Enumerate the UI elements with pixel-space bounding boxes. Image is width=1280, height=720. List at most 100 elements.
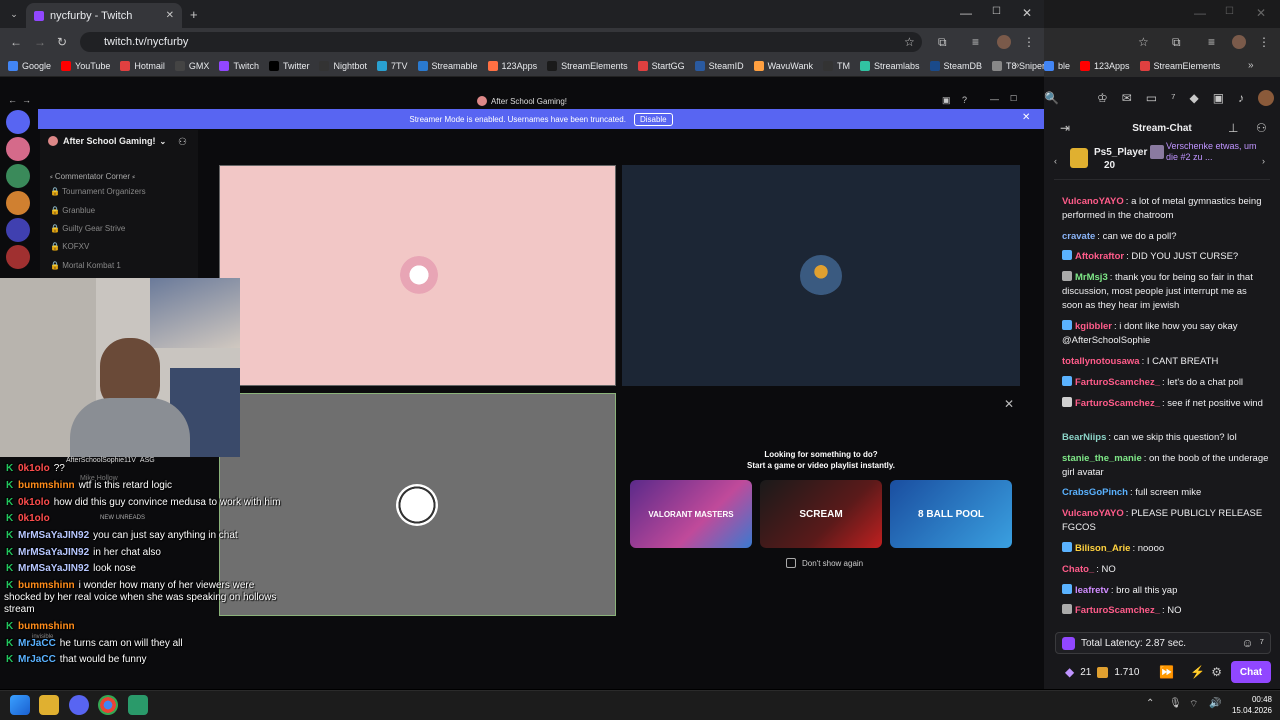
- game-card-scream[interactable]: SCREAM: [760, 480, 882, 548]
- bookmark-1[interactable]: YouTube: [61, 61, 110, 71]
- chat-username[interactable]: Chato_: [1062, 564, 1094, 575]
- add-member-icon[interactable]: ⚇: [178, 137, 187, 148]
- bookmark-star-icon-2[interactable]: ☆: [1138, 35, 1149, 49]
- bookmark-16[interactable]: SteamDB: [929, 61, 982, 71]
- help-icon[interactable]: ?: [962, 95, 967, 105]
- bookmark-15[interactable]: Streamlabs: [859, 61, 920, 71]
- discord-home-icon[interactable]: [6, 110, 30, 134]
- bits-icon[interactable]: ◆: [1189, 91, 1198, 105]
- fire-icon[interactable]: ⚡: [1190, 665, 1205, 679]
- chat-send-button[interactable]: Chat: [1231, 661, 1271, 683]
- settings-icon[interactable]: ⚙: [1211, 665, 1222, 679]
- chrome-icon[interactable]: [98, 695, 118, 715]
- network-icon[interactable]: ⌔: [1189, 698, 1198, 711]
- server-icon[interactable]: [6, 191, 30, 215]
- user-avatar[interactable]: [1258, 90, 1275, 106]
- chat-username[interactable]: BearNiips: [1062, 432, 1106, 443]
- crown-icon[interactable]: ♔: [1097, 91, 1108, 105]
- chat-username[interactable]: FarturoScamchez_: [1075, 605, 1160, 616]
- bookmark-4[interactable]: Twitch: [219, 61, 259, 71]
- skip-icon[interactable]: ⏩: [1159, 665, 1174, 679]
- reload-icon[interactable]: ↻: [57, 35, 67, 49]
- channel-item[interactable]: 🔒 Tournament Organizers: [50, 187, 146, 196]
- bookmark-7[interactable]: 7TV: [377, 61, 408, 71]
- users-icon[interactable]: ⚇: [1256, 121, 1267, 135]
- bell-icon[interactable]: ♪: [1238, 91, 1244, 105]
- menu-icon[interactable]: ⋮: [1023, 35, 1035, 49]
- voice-tile-user2[interactable]: [622, 165, 1020, 386]
- bookmark-5[interactable]: Twitter: [268, 61, 309, 71]
- emote-icon[interactable]: ☺: [1241, 636, 1253, 650]
- extensions-icon-2[interactable]: ⧉: [1172, 35, 1181, 50]
- leaderboard-next-icon[interactable]: ›: [1262, 156, 1265, 166]
- channel-item[interactable]: 🔒 Guilty Gear Strive: [50, 224, 125, 233]
- tab-search-icon[interactable]: ≡: [972, 35, 979, 49]
- banner-close-icon[interactable]: ✕: [1022, 112, 1030, 123]
- dont-show-again[interactable]: Don't show again: [786, 558, 863, 568]
- menu-icon-2[interactable]: ⋮: [1258, 35, 1270, 49]
- tab-list-icon[interactable]: ⌄: [8, 7, 20, 21]
- category-commentator[interactable]: ⸗ Commentator Corner ⸗: [50, 172, 135, 181]
- profile-avatar[interactable]: [997, 35, 1011, 49]
- bookmark-14[interactable]: TM: [822, 61, 850, 71]
- channel-item[interactable]: 🔒 KOFXV: [50, 242, 89, 251]
- forward-icon[interactable]: →: [34, 35, 46, 49]
- bookmarks-overflow-icon-2[interactable]: »: [1248, 60, 1254, 71]
- bookmark-13[interactable]: WavuWank: [753, 61, 813, 71]
- volume-icon[interactable]: 🔊: [1209, 698, 1221, 709]
- maximize-icon[interactable]: ☐: [992, 6, 1001, 17]
- server-header[interactable]: After School Gaming! ⌄: [48, 136, 166, 146]
- chat-username[interactable]: FarturoScamchez_: [1075, 377, 1160, 388]
- discord-minimize-icon[interactable]: —: [990, 94, 999, 104]
- minimize-icon-2[interactable]: —: [1194, 6, 1206, 20]
- server-icon[interactable]: [6, 164, 30, 188]
- server-icon[interactable]: [6, 218, 30, 242]
- voice-tile-sophie[interactable]: [219, 165, 616, 386]
- whisper-icon[interactable]: ▭: [1146, 91, 1157, 105]
- channel-points-icon[interactable]: [1097, 666, 1109, 678]
- chat-username[interactable]: VulcanoYAYO: [1062, 196, 1124, 207]
- bookmark-0[interactable]: Google: [8, 61, 51, 71]
- server-icon[interactable]: [6, 137, 30, 161]
- chat-username[interactable]: kgibbler: [1075, 321, 1112, 332]
- chat-username[interactable]: Aftokraftor: [1075, 251, 1124, 262]
- dont-show-checkbox[interactable]: [786, 558, 796, 568]
- 7tv-menu-icon[interactable]: ⁷: [1260, 636, 1264, 650]
- game-card-8ball[interactable]: 8 BALL POOL: [890, 480, 1012, 548]
- game-card-valorant[interactable]: VALORANT MASTERS: [630, 480, 752, 548]
- extensions-icon[interactable]: ⧉: [938, 35, 947, 50]
- new-tab-icon[interactable]: +: [190, 7, 198, 22]
- chat-username[interactable]: FarturoScamchez_: [1075, 398, 1160, 409]
- close-tab-icon[interactable]: ✕: [166, 10, 174, 21]
- bookmark-10[interactable]: StreamElements: [547, 61, 628, 71]
- bookmark-11[interactable]: StartGG: [637, 61, 685, 71]
- file-explorer-icon[interactable]: [39, 695, 59, 715]
- mail-icon[interactable]: ✉: [1122, 91, 1132, 105]
- 7tv-icon[interactable]: ⁷: [1171, 91, 1175, 105]
- chat-username[interactable]: cravate: [1062, 231, 1095, 242]
- leaderboard-prev-icon[interactable]: ‹: [1054, 156, 1057, 166]
- bits-icon[interactable]: ◆: [1065, 665, 1074, 679]
- bookmark-8[interactable]: Streamable: [417, 61, 478, 71]
- chat-username[interactable]: stanie_the_manie: [1062, 453, 1142, 464]
- taskbar-clock[interactable]: 00:48 15.04.2026: [1222, 694, 1272, 716]
- maximize-icon-2[interactable]: ☐: [1225, 6, 1234, 17]
- channel-item[interactable]: 🔒 Mortal Kombat 1: [50, 261, 121, 270]
- bookmark-6[interactable]: Nightbot: [319, 61, 367, 71]
- activity-close-icon[interactable]: ✕: [1004, 397, 1014, 411]
- bookmark-12[interactable]: SteamID: [694, 61, 744, 71]
- channel-item[interactable]: 🔒 Granblue: [50, 206, 95, 215]
- tray-expand-icon[interactable]: ⌃: [1146, 698, 1154, 709]
- tab-twitch[interactable]: nycfurby - Twitch ✕: [26, 3, 182, 28]
- profile-avatar-2[interactable]: [1232, 35, 1246, 49]
- start-icon[interactable]: [10, 695, 30, 715]
- discord-maximize-icon[interactable]: ☐: [1010, 94, 1017, 103]
- chat-username[interactable]: CrabsGoPinch: [1062, 487, 1128, 498]
- chat-username[interactable]: MrMsj3: [1075, 272, 1108, 283]
- back-icon[interactable]: ←: [10, 35, 22, 49]
- discord-icon[interactable]: [69, 695, 89, 715]
- chat-username[interactable]: Bilison_Arie: [1075, 543, 1130, 554]
- bookmark-9[interactable]: 123Apps: [487, 61, 537, 71]
- server-icon[interactable]: [6, 245, 30, 269]
- window-close-icon[interactable]: ✕: [1022, 6, 1032, 20]
